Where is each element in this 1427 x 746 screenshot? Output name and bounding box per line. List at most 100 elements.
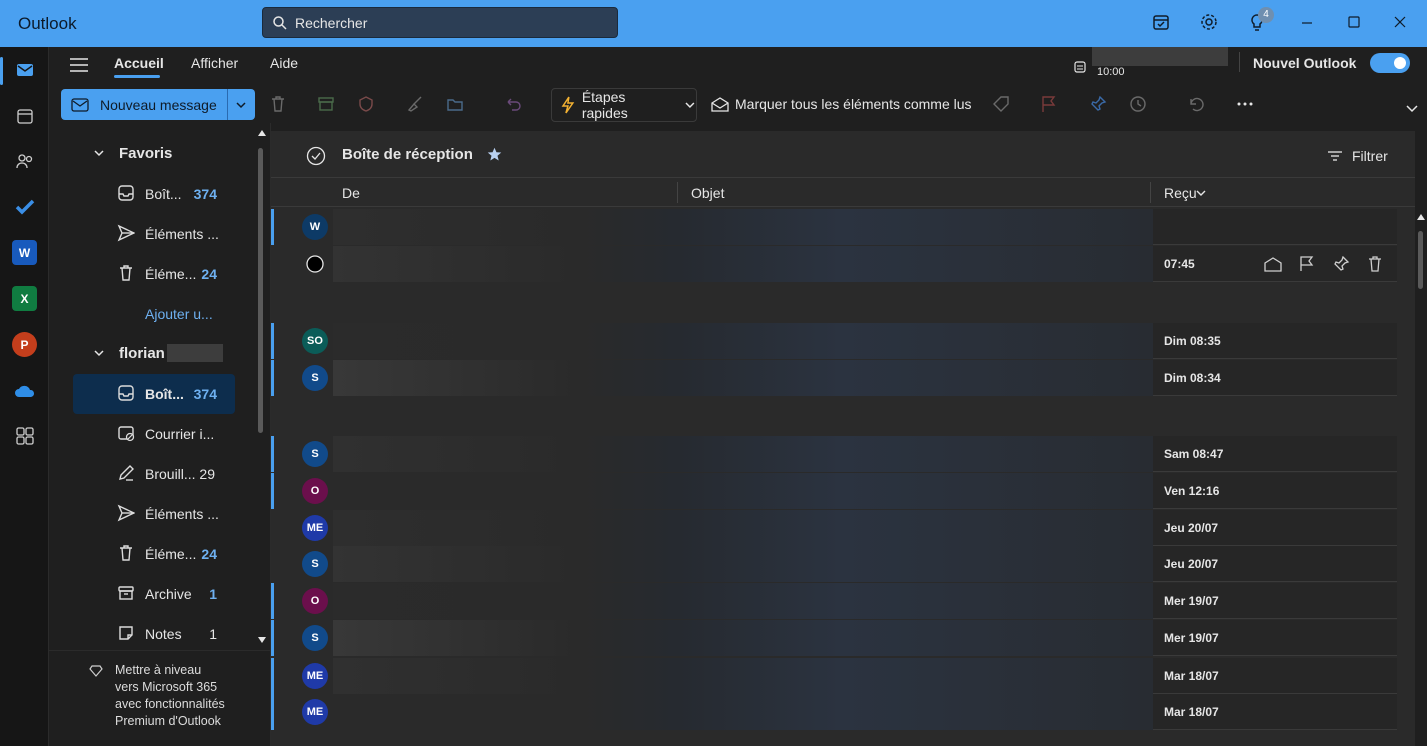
message-row[interactable]: Mer 19/07 S [271, 620, 1397, 656]
upgrade-line: Mettre à niveau [115, 663, 202, 677]
received-cell: Sam 08:47 [1153, 436, 1397, 472]
message-row[interactable]: Ven 12:16 O [271, 473, 1397, 509]
tag-icon[interactable] [992, 95, 1012, 115]
folder-item-inbox[interactable]: Boît... 374 [73, 374, 235, 414]
envelope-open-icon [711, 97, 729, 112]
folder-item-deleted-fav[interactable]: Éléme... 24 [73, 254, 235, 294]
redacted-message-content [333, 436, 1153, 472]
folder-scrollbar[interactable] [258, 148, 263, 433]
filter-label: Filtrer [1352, 148, 1388, 164]
folder-count: 24 [201, 546, 217, 562]
pin-icon[interactable] [1089, 95, 1109, 115]
quick-steps-button[interactable]: Étapes rapides [551, 88, 697, 122]
folder-item-drafts[interactable]: Brouill... 29 [73, 454, 235, 494]
upgrade-banner[interactable]: Mettre à niveau vers Microsoft 365 avec … [49, 650, 271, 746]
lightning-icon [561, 96, 575, 114]
col-received[interactable]: Reçu [1164, 185, 1197, 201]
message-row[interactable]: W [271, 209, 1397, 245]
message-row[interactable]: 07:45 [271, 246, 1397, 282]
folder-item-deleted[interactable]: Éléme... 24 [73, 534, 235, 574]
hamburger-icon[interactable] [69, 57, 89, 73]
close-icon[interactable] [1390, 12, 1412, 34]
gear-icon[interactable] [1199, 12, 1221, 34]
col-from[interactable]: De [342, 185, 360, 201]
archive-icon [117, 584, 137, 604]
calendar-icon[interactable] [12, 103, 37, 128]
avatar: S [302, 365, 328, 391]
folder-item-inbox-fav[interactable]: Boît... 374 [73, 174, 235, 214]
list-scrollbar[interactable] [1415, 209, 1427, 746]
row-actions [1264, 256, 1384, 272]
maximize-icon[interactable] [1344, 12, 1366, 34]
folder-count: 374 [193, 186, 217, 202]
calendar-check-icon[interactable] [1151, 12, 1173, 34]
search-input[interactable]: Rechercher [262, 7, 618, 38]
chevron-down-icon [94, 350, 104, 357]
junk-icon [117, 424, 137, 444]
envelope-open-icon[interactable] [1264, 256, 1282, 272]
scroll-thumb[interactable] [1418, 231, 1423, 289]
message-row[interactable]: Mer 19/07 O [271, 583, 1397, 619]
snooze-icon[interactable] [1129, 95, 1149, 115]
archive-icon[interactable] [317, 95, 337, 115]
tab-aide[interactable]: Aide [270, 55, 298, 71]
message-row[interactable]: Mar 18/07 ME [271, 658, 1397, 694]
message-row[interactable]: Sam 08:47 S [271, 436, 1397, 472]
upgrade-line: vers Microsoft 365 [115, 680, 218, 694]
filter-button[interactable]: Filtrer [1327, 148, 1388, 164]
minimize-icon[interactable] [1297, 12, 1319, 34]
message-row[interactable]: Jeu 20/07 S [271, 546, 1397, 582]
star-icon[interactable] [487, 147, 502, 162]
chevron-down-icon[interactable] [1405, 103, 1425, 123]
redacted-message-content [333, 473, 1153, 509]
pin-icon[interactable] [1332, 256, 1350, 272]
flag-icon[interactable] [1298, 256, 1316, 272]
undo-icon[interactable] [504, 95, 524, 115]
sweep-icon[interactable] [406, 95, 426, 115]
select-all-checkbox[interactable] [306, 146, 326, 166]
folder-item-notes[interactable]: Notes 1 [73, 614, 235, 654]
delete-icon[interactable] [1366, 256, 1384, 272]
delete-icon[interactable] [269, 95, 289, 115]
more-icon[interactable] [1236, 95, 1256, 115]
mark-all-read-button[interactable]: Marquer tous les éléments comme lus [711, 96, 972, 112]
scroll-down-icon[interactable] [257, 636, 267, 644]
chevron-down-icon[interactable] [235, 100, 247, 110]
scroll-up-icon[interactable] [1416, 213, 1426, 221]
people-icon[interactable] [12, 148, 37, 173]
report-icon[interactable] [357, 95, 377, 115]
message-row[interactable]: Dim 08:34 S [271, 360, 1397, 396]
powerpoint-icon[interactable]: P [12, 332, 37, 357]
folder-count: 29 [199, 466, 215, 482]
message-row[interactable]: Mar 18/07 ME [271, 694, 1397, 730]
tab-accueil[interactable]: Accueil [114, 55, 164, 71]
col-subject[interactable]: Objet [691, 185, 724, 201]
new-outlook-toggle[interactable] [1370, 53, 1410, 73]
received-cell: Mer 19/07 [1153, 620, 1397, 656]
redacted-event [1092, 47, 1228, 66]
message-row[interactable]: Jeu 20/07 ME [271, 510, 1397, 546]
message-row[interactable]: Dim 08:35 SO [271, 323, 1397, 359]
move-icon[interactable] [446, 95, 466, 115]
onedrive-icon[interactable] [12, 378, 37, 403]
add-favorite-link[interactable]: Ajouter u... [145, 294, 213, 334]
excel-icon[interactable]: X [12, 286, 37, 311]
new-message-button[interactable]: Nouveau message [61, 89, 255, 120]
chevron-down-icon[interactable] [1196, 189, 1206, 197]
mail-icon[interactable] [12, 57, 37, 82]
todo-icon[interactable] [12, 194, 37, 219]
unread-indicator [271, 658, 274, 694]
undo-icon[interactable] [1187, 95, 1207, 115]
folder-item-archive[interactable]: Archive 1 [73, 574, 235, 614]
apps-grid-icon[interactable] [12, 423, 37, 448]
word-icon[interactable]: W [12, 240, 37, 265]
flag-icon[interactable] [1040, 95, 1060, 115]
account-header[interactable]: florian [93, 333, 223, 373]
folder-item-sent-fav[interactable]: Éléments ... [73, 214, 235, 254]
row-checkbox[interactable] [305, 254, 325, 274]
folder-item-junk[interactable]: Courrier i... [73, 414, 235, 454]
tab-afficher[interactable]: Afficher [191, 55, 238, 71]
folder-item-sent[interactable]: Éléments ... [73, 494, 235, 534]
scroll-up-icon[interactable] [257, 129, 267, 137]
favorites-header[interactable]: Favoris [93, 133, 172, 173]
